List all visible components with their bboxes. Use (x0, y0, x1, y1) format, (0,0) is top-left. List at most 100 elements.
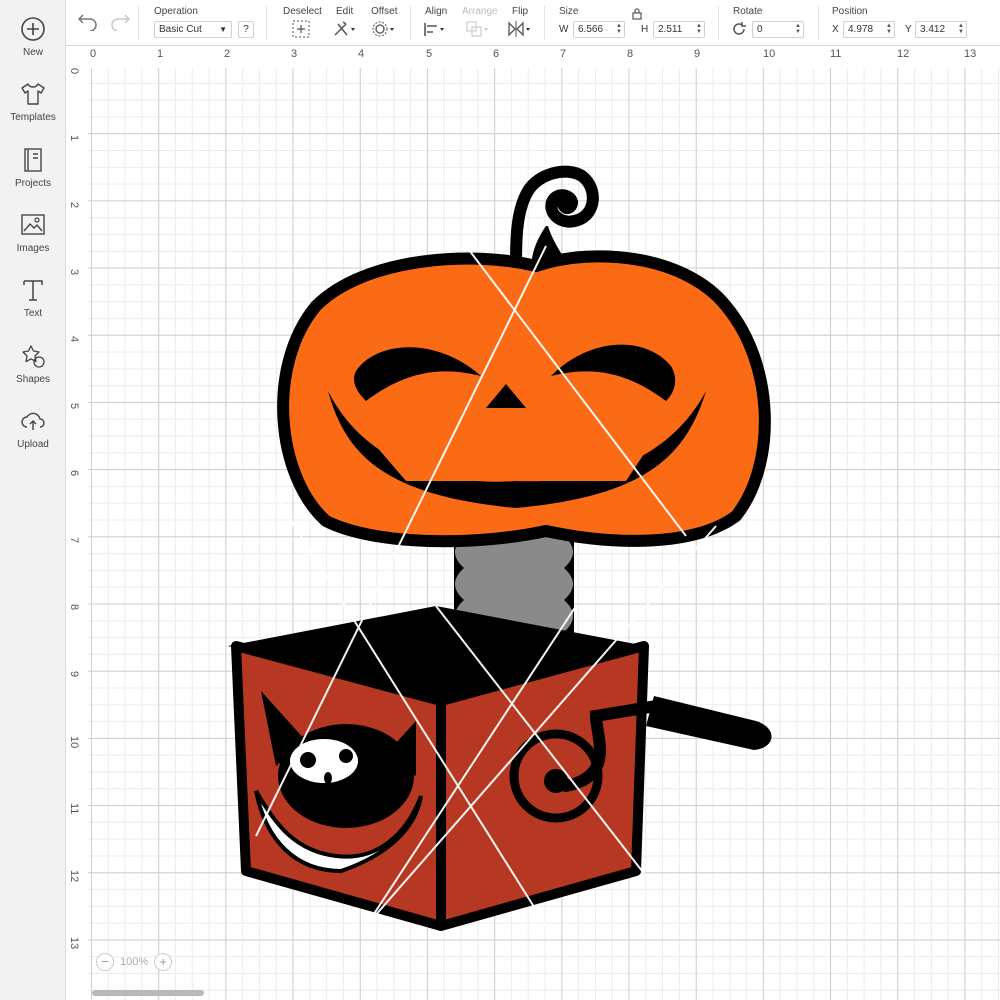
sidebar-item-label: Shapes (16, 374, 50, 385)
height-label: H (641, 24, 649, 35)
deselect-button[interactable] (288, 19, 314, 39)
y-position-input[interactable]: 3.412 ▲ ▼ (915, 21, 967, 38)
sidebar-item-upload[interactable]: Upload (0, 406, 66, 468)
shapes-icon (22, 345, 45, 368)
align-icon (424, 23, 444, 36)
arrange-title: Arrange (462, 6, 498, 17)
design-space-app: New Templates Projects Images Text Shape… (0, 0, 1000, 1000)
height-input[interactable]: 2.511 ▲ ▼ (653, 21, 705, 38)
sidebar-item-label: Text (23, 308, 43, 319)
deselect-title: Deselect (283, 6, 322, 17)
upload-icon (21, 412, 45, 430)
flip-title: Flip (512, 6, 529, 17)
ruler-tick-label: 10 (68, 736, 80, 749)
zoom-in-button[interactable]: + (154, 953, 173, 971)
rotate-value: 0 (757, 24, 763, 35)
redo-button[interactable] (106, 11, 132, 32)
ruler-tick-label: 13 (68, 937, 80, 950)
crank-handle (646, 696, 772, 750)
ruler-tick-label: 11 (68, 803, 80, 815)
toolbar-divider (818, 6, 819, 40)
ruler-tick-label: 2 (224, 48, 231, 60)
toolbar-divider (718, 6, 719, 40)
ruler-tick-label: 6 (493, 48, 500, 60)
sidebar-item-label: Upload (17, 439, 49, 450)
pumpkin-head (277, 250, 771, 548)
offset-button[interactable] (370, 19, 396, 39)
stepper-arrows-icon[interactable]: ▲ ▼ (616, 23, 622, 35)
sidebar-item-templates[interactable]: Templates (0, 79, 66, 141)
sidebar-item-label: Templates (10, 112, 56, 123)
ruler-tick-label: 11 (830, 48, 842, 60)
rotate-icon (733, 22, 746, 35)
ruler-tick-label: 9 (694, 48, 701, 60)
width-value: 6.566 (578, 24, 604, 35)
operation-title: Operation (154, 6, 198, 17)
width-input[interactable]: 6.566 ▲ ▼ (573, 21, 625, 38)
ruler-tick-label: 1 (68, 135, 80, 142)
sidebar-item-shapes[interactable]: Shapes (0, 341, 66, 403)
ruler-tick-label: 0 (90, 48, 97, 60)
y-label: Y (905, 24, 912, 35)
rotate-title: Rotate (733, 6, 763, 17)
horizontal-scrollbar[interactable] (92, 990, 204, 996)
rotate-input[interactable]: 0 ▲ ▼ (752, 21, 804, 38)
sidebar-item-label: Images (16, 243, 50, 254)
operation-select[interactable]: Basic Cut ▼ (154, 21, 232, 38)
ruler-tick-label: 7 (68, 537, 80, 544)
offset-title: Offset (371, 6, 398, 17)
image-icon (21, 214, 45, 235)
design-canvas[interactable]: 0 1 2 3 4 5 6 7 8 9 10 11 12 13 0 1 2 3 … (66, 46, 1000, 1000)
operation-help-button[interactable]: ? (238, 21, 254, 38)
zoom-out-button[interactable]: − (96, 953, 114, 971)
box (228, 606, 772, 931)
ruler-tick-label: 12 (68, 870, 80, 883)
ruler-tick-label: 5 (426, 48, 433, 60)
edit-tools-icon (334, 21, 355, 36)
redo-icon (111, 14, 131, 32)
ruler-tick-label: 12 (897, 48, 910, 60)
stepper-arrows-icon[interactable]: ▲ ▼ (958, 23, 964, 35)
stepper-arrows-icon[interactable]: ▲ ▼ (886, 23, 892, 35)
deselect-icon (292, 20, 310, 38)
sidebar-item-projects[interactable]: Projects (0, 145, 66, 207)
text-icon (23, 280, 43, 301)
ruler-tick-label: 1 (157, 48, 164, 60)
toolbar-divider (138, 6, 139, 40)
x-position-input[interactable]: 4.978 ▲ ▼ (843, 21, 895, 38)
tshirt-icon (21, 83, 45, 105)
stepper-arrows-icon[interactable]: ▲ ▼ (795, 23, 801, 35)
sidebar-item-label: New (22, 47, 43, 58)
ruler-tick-label: 3 (68, 269, 80, 276)
sidebar-item-text[interactable]: Text (0, 275, 66, 337)
toolbar-divider (410, 6, 411, 40)
ruler-tick-label: 7 (560, 48, 567, 60)
align-button[interactable] (422, 19, 448, 39)
ruler-vertical: 0 1 2 3 4 5 6 7 8 9 10 11 12 13 (66, 68, 88, 1000)
ruler-tick-label: 3 (291, 48, 298, 60)
edit-button[interactable] (332, 19, 358, 39)
zoom-control: − 100% + (96, 948, 190, 976)
arrange-icon (466, 21, 488, 37)
flip-icon (508, 21, 530, 37)
align-title: Align (425, 6, 448, 17)
flip-button[interactable] (506, 19, 532, 39)
y-value: 3.412 (920, 24, 946, 35)
toolbar-divider (544, 6, 545, 40)
arrange-button[interactable] (464, 19, 490, 39)
size-title: Size (559, 6, 579, 17)
zoom-level: 100% (120, 956, 149, 968)
undo-icon (77, 14, 97, 32)
ruler-tick-label: 6 (68, 470, 80, 477)
lock-proportions-button[interactable] (630, 7, 644, 21)
sidebar-item-new[interactable]: New (0, 14, 66, 76)
sidebar-item-images[interactable]: Images (0, 210, 66, 272)
ruler-tick-label: 10 (763, 48, 776, 60)
jack-in-the-box-pumpkin-artwork[interactable] (216, 136, 866, 946)
ruler-tick-label: 0 (68, 68, 80, 75)
stepper-arrows-icon[interactable]: ▲ ▼ (696, 23, 702, 35)
projects-icon (24, 148, 42, 172)
undo-button[interactable] (76, 11, 102, 32)
ruler-tick-label: 4 (68, 336, 80, 343)
left-sidebar: New Templates Projects Images Text Shape… (0, 0, 66, 1000)
